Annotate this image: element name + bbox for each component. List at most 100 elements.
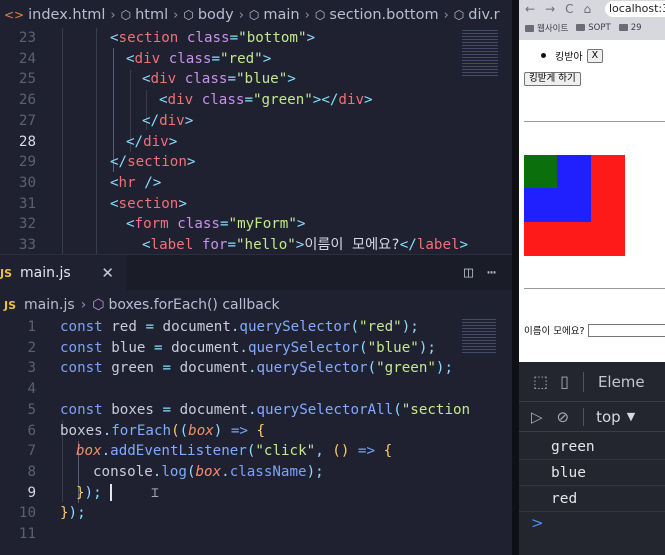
bookmark-item[interactable]: 29 — [618, 23, 642, 33]
line-number: 26 — [18, 92, 36, 109]
line-number: 1 — [27, 319, 36, 335]
reload-icon[interactable]: C — [565, 2, 573, 16]
code-line: boxes.forEach((box) => { — [60, 422, 266, 439]
name-form: 이름이 모에요? — [524, 323, 665, 337]
line-number: 10 — [18, 505, 36, 522]
mouse-ibeam-icon: Ɪ — [151, 485, 159, 500]
chevron-down-icon[interactable]: ▼ — [627, 410, 635, 423]
bullet — [541, 53, 546, 58]
code-editor: <> index.html › ⬡ html › ⬡ body › ⬡ main… — [0, 0, 512, 555]
device-toolbar-icon[interactable]: ▯ — [560, 372, 569, 391]
chevron-right-icon: › — [173, 7, 179, 23]
code-line: <form class="myForm"> — [126, 216, 306, 233]
split-editor-icon[interactable]: ◫ — [464, 263, 473, 281]
bookmark-item[interactable]: SOPT — [576, 23, 611, 33]
line-number: 6 — [27, 422, 36, 439]
close-icon[interactable]: ✕ — [101, 264, 114, 282]
code-line: }); — [60, 505, 86, 522]
line-number: 2 — [27, 339, 36, 356]
folder-icon — [618, 24, 628, 31]
back-icon[interactable]: ← — [525, 2, 535, 16]
string-literal: "red" — [359, 319, 402, 335]
breadcrumb-item[interactable]: section.bottom — [329, 7, 438, 23]
home-icon[interactable]: ⌂ — [584, 2, 592, 16]
breadcrumb-item[interactable]: main.js — [24, 297, 75, 313]
folder-icon — [525, 25, 534, 32]
line-number: 8 — [27, 463, 36, 480]
king-button[interactable]: 킹받게 하기 — [524, 72, 581, 86]
line-number: 29 — [18, 154, 36, 171]
indent-guide — [96, 28, 97, 254]
cube-icon: ⬡ — [314, 8, 326, 22]
cube-icon: ⬡ — [453, 8, 465, 22]
string-literal: "section — [401, 401, 471, 418]
screen: <> index.html › ⬡ html › ⬡ body › ⬡ main… — [0, 0, 665, 555]
address-bar[interactable]: localhost:3 — [605, 1, 665, 17]
minimap[interactable] — [462, 30, 498, 78]
code-line: <label for="hello">이름이 모에요?</label> — [142, 237, 469, 253]
cube-icon: ⬡ — [248, 8, 260, 22]
king-button-wrap: 킹받게 하기 — [524, 72, 581, 86]
chevron-right-icon: › — [80, 297, 87, 313]
forward-icon[interactable]: → — [545, 2, 555, 16]
tab-bar: JS main.js ✕ ◫ ⋯ — [0, 254, 512, 291]
line-number-active: 28 — [18, 133, 36, 150]
line-number: 25 — [18, 71, 36, 88]
line-number: 31 — [18, 195, 36, 212]
breadcrumb-item[interactable]: body — [198, 7, 234, 23]
line-number: 32 — [18, 216, 36, 233]
separator — [582, 371, 584, 392]
more-actions-icon[interactable]: ⋯ — [487, 263, 496, 281]
code-line: const boxes = document.querySelectorAll(… — [60, 401, 471, 418]
attr-value: "myForm" — [228, 216, 297, 233]
code-line: <div class="red"> — [126, 50, 272, 67]
console-prompt-icon[interactable]: > — [531, 514, 544, 532]
breadcrumb-item[interactable]: main — [263, 7, 299, 23]
remove-button[interactable]: X — [586, 48, 604, 63]
devtools-panel: ⬚ ▯ Eleme ▷ ⊘ top ▼ green blue red > — [519, 362, 665, 555]
code-line: box.addEventListener("click", () => { — [76, 443, 393, 460]
minimap[interactable] — [462, 319, 496, 355]
breadcrumb-item[interactable]: boxes.forEach() callback — [108, 297, 279, 313]
code-line: </div> — [126, 133, 178, 150]
tab-main-js[interactable]: JS main.js ✕ — [0, 255, 126, 291]
console-message: green — [519, 435, 665, 460]
bookmark-item[interactable]: 웹사이트 — [525, 22, 568, 34]
split-divider[interactable] — [512, 0, 519, 555]
breadcrumb-html: <> index.html › ⬡ html › ⬡ body › ⬡ main… — [0, 0, 512, 30]
html-editor-pane[interactable]: 23 24 25 26 27 28 29 30 31 32 33 <sectio… — [0, 28, 512, 254]
string-literal: "green" — [376, 360, 436, 377]
context-select[interactable]: top — [596, 408, 621, 426]
breadcrumb-item[interactable]: html — [135, 7, 168, 23]
chevron-right-icon: › — [304, 7, 310, 23]
code-line: const blue = document.querySelector("blu… — [60, 339, 436, 356]
line-number: 3 — [27, 360, 36, 377]
code-line: <div class="green"></div> — [159, 92, 373, 109]
breadcrumb-item[interactable]: div.r — [468, 7, 499, 23]
clear-console-icon[interactable]: ⊘ — [557, 408, 570, 426]
js-editor-pane[interactable]: 1 2 3 4 5 6 7 8 9 10 11 const red = docu… — [0, 317, 512, 555]
breadcrumb-item[interactable]: index.html — [28, 7, 105, 23]
folder-icon — [576, 24, 586, 31]
property-name: className — [229, 463, 307, 480]
bookmarks-bar: 웹사이트 SOPT 29 — [525, 19, 642, 37]
inspect-icon[interactable]: ⬚ — [533, 372, 548, 391]
line-number: 27 — [18, 112, 36, 129]
tab-elements[interactable]: Eleme — [598, 373, 645, 391]
line-number: 24 — [18, 50, 36, 67]
code-line: const red = document.querySelector("red"… — [60, 319, 419, 335]
js-file-icon: JS — [4, 298, 17, 312]
name-input[interactable] — [587, 323, 665, 337]
chevron-right-icon: › — [238, 7, 244, 23]
console-message: blue — [519, 461, 665, 486]
string-literal: "blue" — [367, 339, 419, 356]
indent-guide — [62, 28, 63, 254]
green-box[interactable] — [524, 155, 557, 188]
list-item: 킹받아 X — [541, 48, 604, 63]
line-number: 11 — [18, 526, 36, 542]
cube-icon: ⬡ — [120, 8, 132, 22]
divider-line — [524, 288, 665, 289]
sidebar-toggle-icon[interactable]: ▷ — [531, 408, 543, 426]
devtools-toolbar: ⬚ ▯ Eleme — [519, 362, 665, 402]
string-literal: "click" — [255, 443, 316, 460]
